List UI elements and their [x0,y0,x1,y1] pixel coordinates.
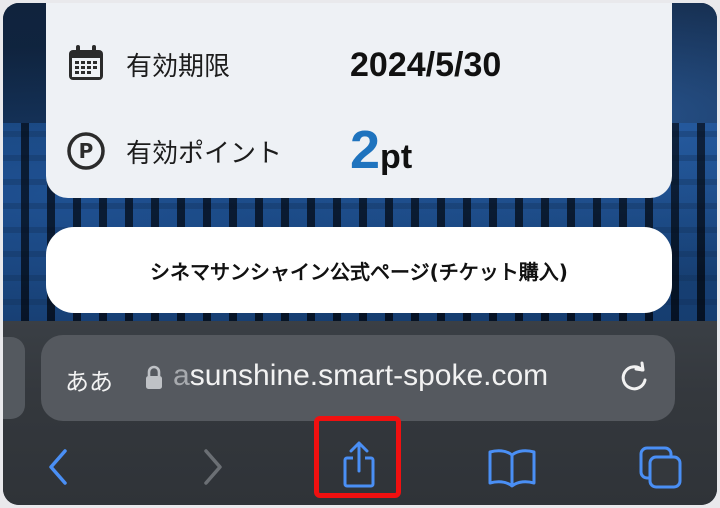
expiry-label: 有効期限 [126,52,231,82]
tabs-icon[interactable] [638,445,684,491]
membership-card: 有効期限 2024/5/30 P 有効ポイント 2pt [46,3,672,198]
address-bar[interactable]: ああ asunshine.smart-spoke.com [41,335,675,421]
url-prefix: a [173,359,190,392]
points-unit: pt [380,138,413,176]
share-button-highlight [314,416,401,498]
phone-screen: 有効期限 2024/5/30 P 有効ポイント 2pt シネマサンシャイン公式ペ… [3,3,717,505]
bookmarks-icon[interactable] [487,447,537,489]
points-number: 2 [350,120,381,180]
expiry-value: 2024/5/30 [350,46,502,84]
browser-bottom-bar: ああ asunshine.smart-spoke.com [3,321,717,505]
svg-text:P: P [79,139,94,163]
lock-icon [146,365,162,389]
url-text: asunshine.smart-spoke.com [173,359,548,393]
forward-icon[interactable] [196,447,230,487]
official-page-button[interactable]: シネマサンシャイン公式ページ(チケット購入) [46,227,672,313]
text-size-button[interactable]: ああ [65,362,113,397]
points-icon: P [67,132,105,170]
url-domain: sunshine.smart-spoke.com [189,359,549,392]
back-icon[interactable] [41,447,75,487]
calendar-icon [69,45,103,80]
reload-icon[interactable] [617,360,651,396]
points-label: 有効ポイント [126,139,283,169]
previous-tab-preview[interactable] [3,337,25,419]
points-value: 2pt [350,119,412,181]
